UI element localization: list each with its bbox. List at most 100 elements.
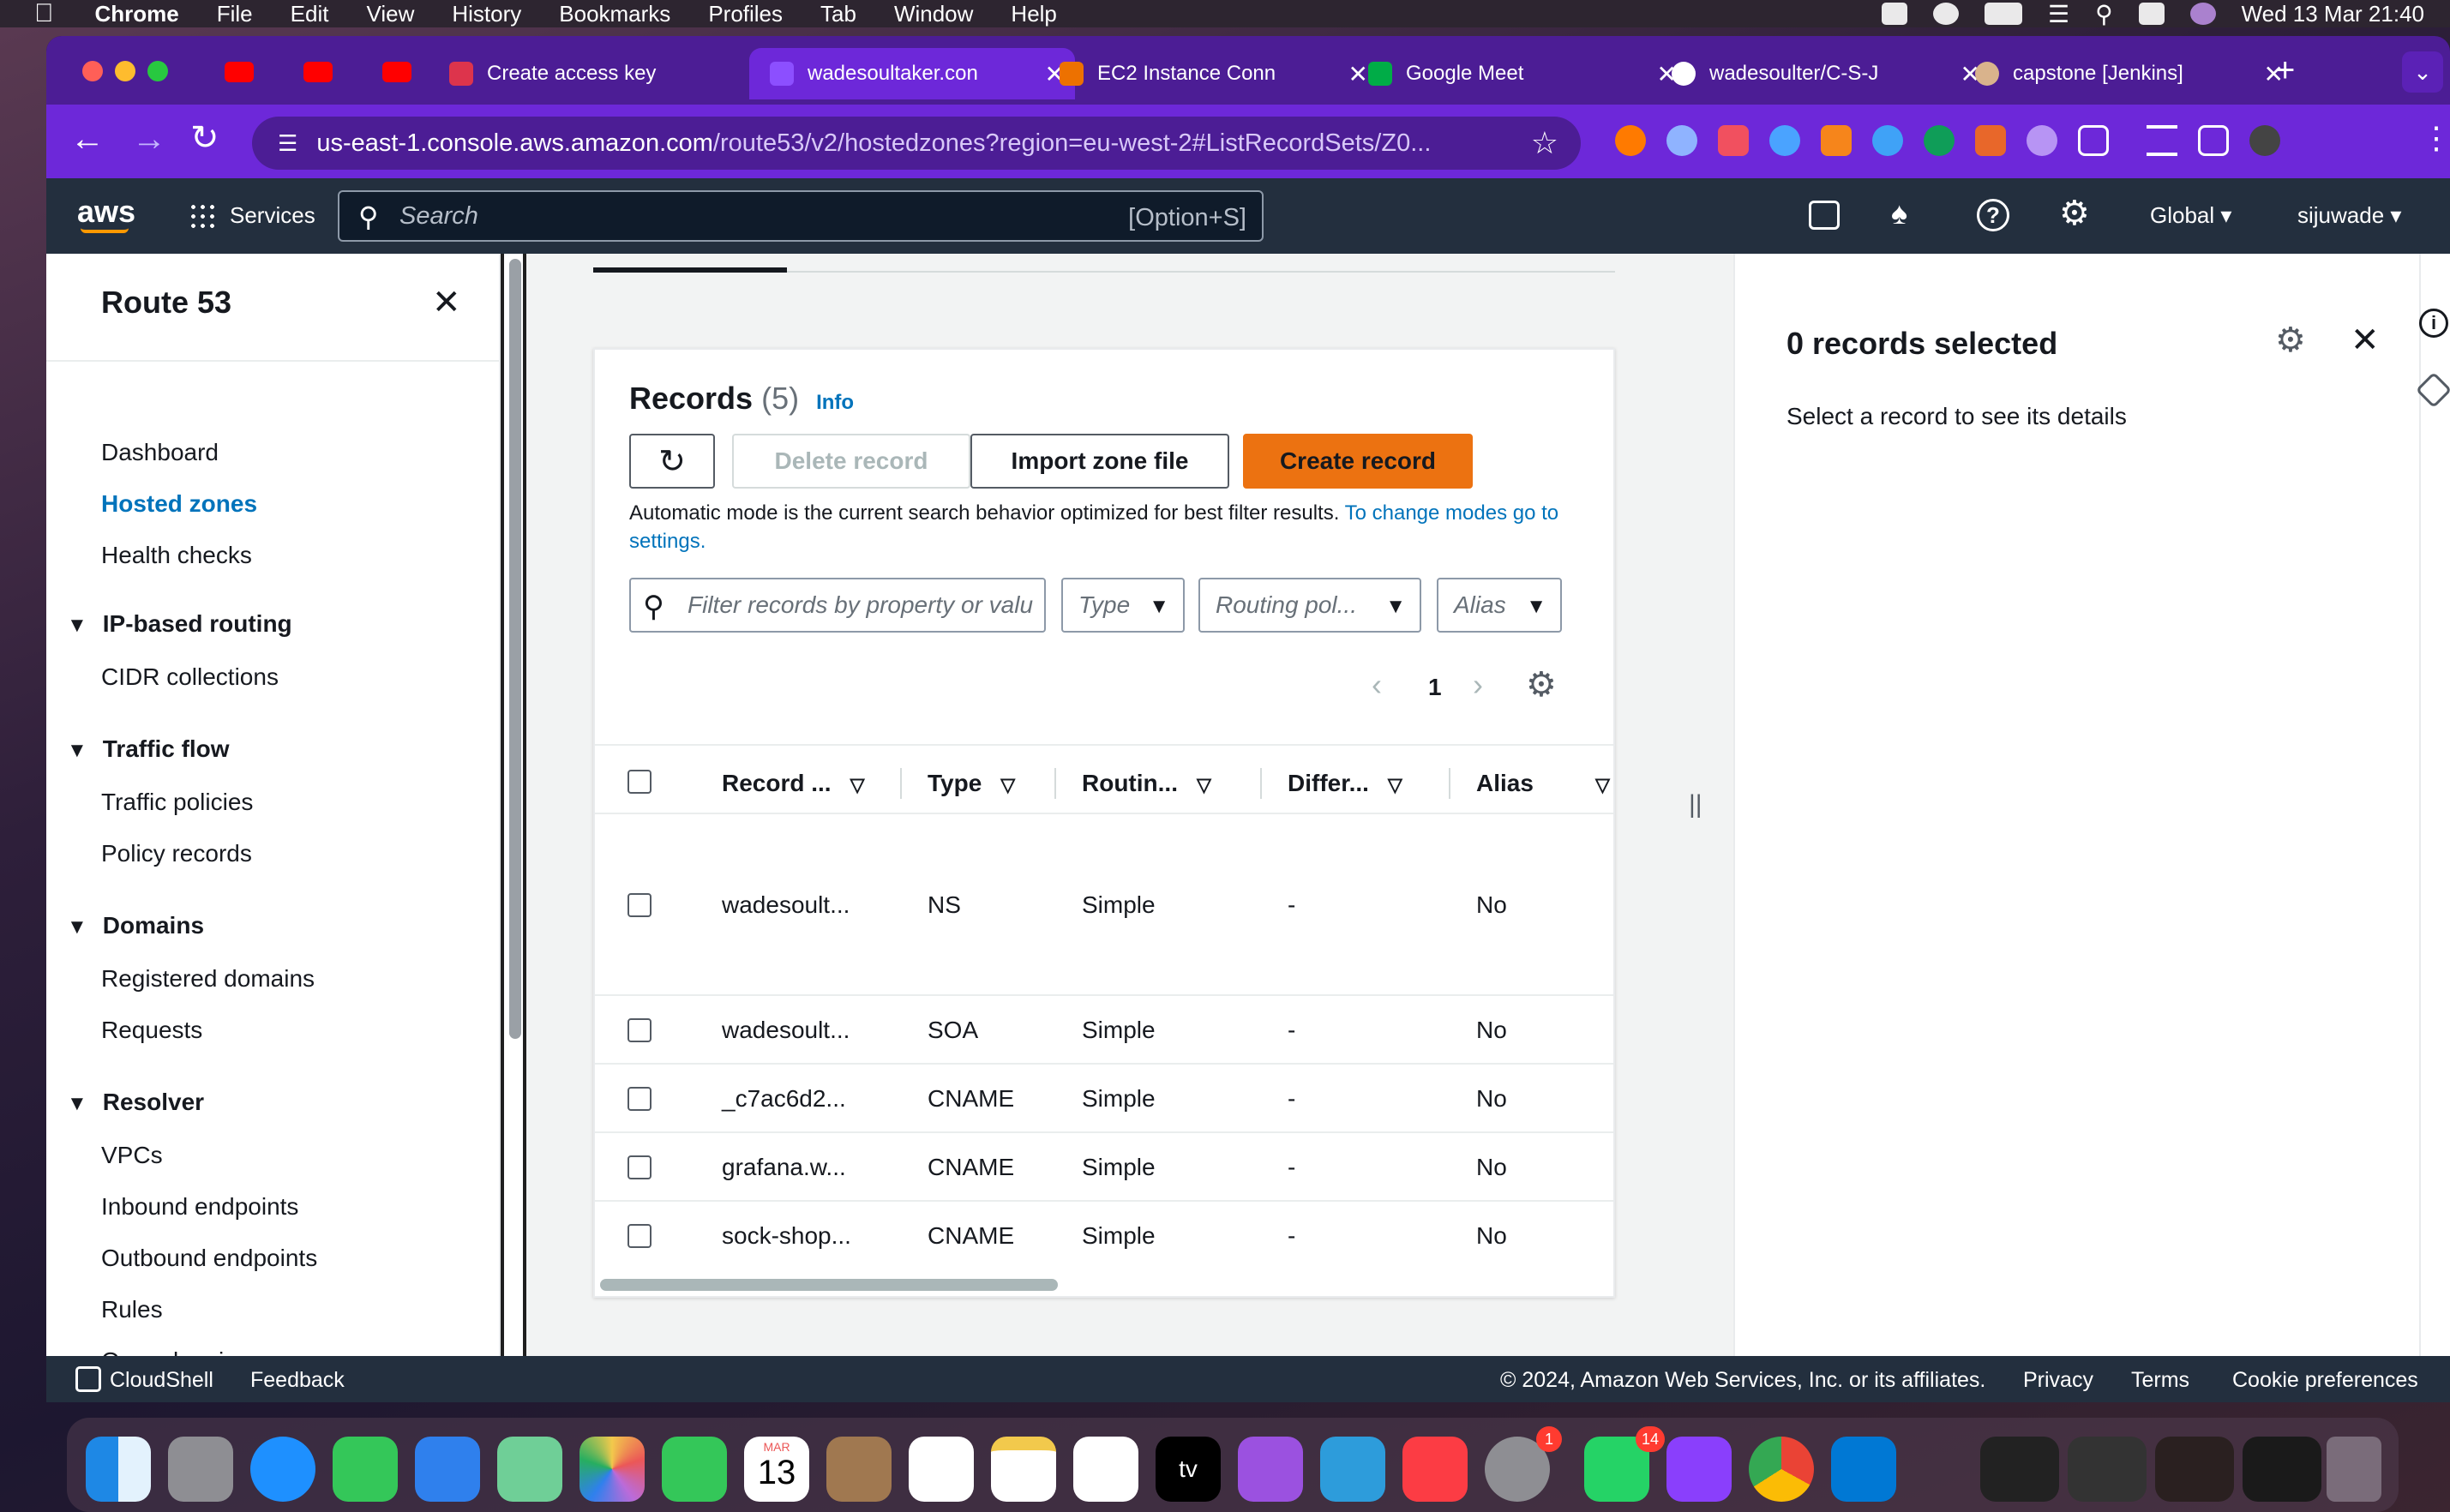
youtube-tab-icon[interactable] <box>303 62 333 82</box>
maps-icon[interactable] <box>497 1437 562 1502</box>
tab-google-meet[interactable]: Google Meet ✕ <box>1368 48 1677 99</box>
records-filter-input[interactable]: ⚲ Filter records by property or valu <box>629 578 1046 633</box>
row-checkbox[interactable] <box>628 1018 652 1042</box>
terms-link[interactable]: Terms <box>2131 1368 2189 1393</box>
new-tab-icon[interactable]: + <box>2275 51 2295 90</box>
tutorial-icon[interactable] <box>2415 371 2450 409</box>
notes-icon[interactable] <box>991 1437 1056 1502</box>
sidebar-item-cidr-collections[interactable]: CIDR collections <box>101 663 279 691</box>
extension-icon[interactable] <box>1975 125 2006 156</box>
spotlight-search-icon[interactable]: ⚲ <box>2095 0 2113 28</box>
launchpad-icon[interactable] <box>168 1437 233 1502</box>
notifications-bell-icon[interactable]: ♠ <box>1891 195 1907 231</box>
sidebar-item-outbound-endpoints[interactable]: Outbound endpoints <box>101 1245 317 1272</box>
menu-tab[interactable]: Tab <box>820 1 856 27</box>
info-panel-icon[interactable]: i <box>2419 309 2448 338</box>
import-zone-file-button[interactable]: Import zone file <box>970 434 1229 489</box>
control-center-icon[interactable] <box>2138 3 2165 25</box>
podcasts-icon[interactable] <box>1238 1437 1303 1502</box>
sidebar-scrollbar[interactable] <box>509 259 521 1039</box>
bookmark-star-icon[interactable]: ☆ <box>1531 125 1558 161</box>
record-name-cell[interactable]: sock-shop... <box>722 1222 851 1250</box>
tab-create-access-key[interactable]: Create access key ✕ <box>449 48 766 99</box>
details-settings-gear-icon[interactable]: ⚙ <box>2275 321 2306 360</box>
close-tab-icon[interactable]: ✕ <box>1340 60 1368 88</box>
sidebar-item-traffic-policies[interactable]: Traffic policies <box>101 789 253 816</box>
column-differentiator[interactable]: Differ... ▽ <box>1288 770 1402 797</box>
routing-policy-filter-select[interactable]: Routing pol... ▼ <box>1198 578 1421 633</box>
menu-window[interactable]: Window <box>894 1 973 27</box>
site-info-icon[interactable]: ☰ <box>278 130 297 157</box>
calendar-icon[interactable]: MAR 13 <box>744 1437 809 1502</box>
media-control-icon[interactable] <box>2147 125 2177 156</box>
account-menu[interactable]: sijuwade ▾ <box>2297 202 2401 229</box>
row-checkbox[interactable] <box>628 1224 652 1248</box>
alias-filter-select[interactable]: Alias ▼ <box>1437 578 1562 633</box>
row-checkbox[interactable] <box>628 893 652 917</box>
region-selector[interactable]: Global ▾ <box>2150 202 2231 229</box>
cloudshell-link[interactable]: CloudShell <box>110 1368 213 1393</box>
wps-office-icon[interactable] <box>1666 1437 1732 1502</box>
prev-page-icon[interactable]: ‹ <box>1372 667 1382 703</box>
forward-icon[interactable]: → <box>132 120 166 159</box>
section-traffic-flow[interactable]: ▼ Traffic flow <box>67 735 230 763</box>
trash-icon[interactable] <box>2327 1437 2381 1502</box>
menu-bookmarks[interactable]: Bookmarks <box>559 1 670 27</box>
messages-icon[interactable] <box>333 1437 398 1502</box>
help-icon[interactable]: ? <box>1977 199 2009 231</box>
apple-tv-icon[interactable]: tv <box>1156 1437 1221 1502</box>
extension-icon[interactable] <box>1769 125 1800 156</box>
record-name-cell[interactable]: wadesoult... <box>722 1017 850 1044</box>
extension-icon[interactable] <box>2027 125 2057 156</box>
window-thumbnail[interactable] <box>2155 1437 2234 1502</box>
tab-jenkins-capstone[interactable]: capstone [Jenkins] ✕ <box>1975 48 2284 99</box>
reload-icon[interactable]: ↻ <box>190 118 219 158</box>
section-domains[interactable]: ▼ Domains <box>67 912 204 939</box>
column-record-name[interactable]: Record ... ▽ <box>722 770 865 797</box>
zoom-window-icon[interactable] <box>147 61 168 81</box>
extension-icon[interactable] <box>1718 125 1749 156</box>
close-window-icon[interactable] <box>82 61 103 81</box>
aws-logo[interactable]: aws <box>77 194 135 230</box>
address-bar[interactable]: ☰ us-east-1.console.aws.amazon.com /rout… <box>252 117 1581 170</box>
metamask-icon[interactable] <box>1821 125 1852 156</box>
freeform-icon[interactable] <box>1073 1437 1138 1502</box>
tab-route53-hosted-zone[interactable]: wadesoultaker.con ✕ <box>749 48 1075 99</box>
battery-icon[interactable] <box>1984 3 2022 25</box>
menu-profiles[interactable]: Profiles <box>708 1 783 27</box>
mail-icon[interactable] <box>415 1437 480 1502</box>
close-sidebar-icon[interactable]: ✕ <box>432 283 461 322</box>
current-page[interactable]: 1 <box>1428 674 1442 701</box>
create-record-button[interactable]: Create record <box>1243 434 1473 489</box>
play-icon[interactable] <box>1932 3 1959 25</box>
cloudshell-icon[interactable] <box>75 1366 101 1392</box>
column-type[interactable]: Type ▽ <box>928 770 1015 797</box>
tab-github-repo[interactable]: wadesoulter/C-S-J ✕ <box>1672 48 1980 99</box>
next-page-icon[interactable]: › <box>1473 667 1483 703</box>
wifi-icon[interactable]: ☰ <box>2048 0 2069 28</box>
select-all-checkbox[interactable] <box>628 770 652 794</box>
extensions-puzzle-icon[interactable] <box>2078 125 2109 156</box>
row-checkbox[interactable] <box>628 1087 652 1111</box>
services-grid-icon[interactable] <box>189 202 216 230</box>
record-name-cell[interactable]: grafana.w... <box>722 1154 846 1181</box>
privacy-link[interactable]: Privacy <box>2023 1368 2093 1393</box>
close-panel-icon[interactable]: ✕ <box>2351 321 2380 360</box>
youtube-tab-icon[interactable] <box>382 62 411 82</box>
section-ip-based-routing[interactable]: ▼ IP-based routing <box>67 610 292 638</box>
menu-file[interactable]: File <box>217 1 253 27</box>
tab-ec2-instance-connect[interactable]: EC2 Instance Conn ✕ <box>1060 48 1368 99</box>
section-resolver[interactable]: ▼ Resolver <box>67 1089 204 1116</box>
menu-view[interactable]: View <box>366 1 414 27</box>
side-panel-icon[interactable] <box>2198 125 2229 156</box>
sidebar-item-requests[interactable]: Requests <box>101 1017 202 1044</box>
extension-icon[interactable] <box>1924 125 1955 156</box>
window-thumbnail[interactable] <box>2068 1437 2147 1502</box>
sidebar-item-registered-domains[interactable]: Registered domains <box>101 965 315 993</box>
chrome-menu-icon[interactable]: ⋮ <box>2421 120 2450 156</box>
sidebar-item-inbound-endpoints[interactable]: Inbound endpoints <box>101 1193 298 1221</box>
settings-gear-icon[interactable]: ⚙ <box>2059 194 2090 233</box>
record-name-cell[interactable]: _c7ac6d2... <box>722 1085 846 1113</box>
info-link[interactable]: Info <box>816 391 854 414</box>
contacts-icon[interactable] <box>826 1437 892 1502</box>
